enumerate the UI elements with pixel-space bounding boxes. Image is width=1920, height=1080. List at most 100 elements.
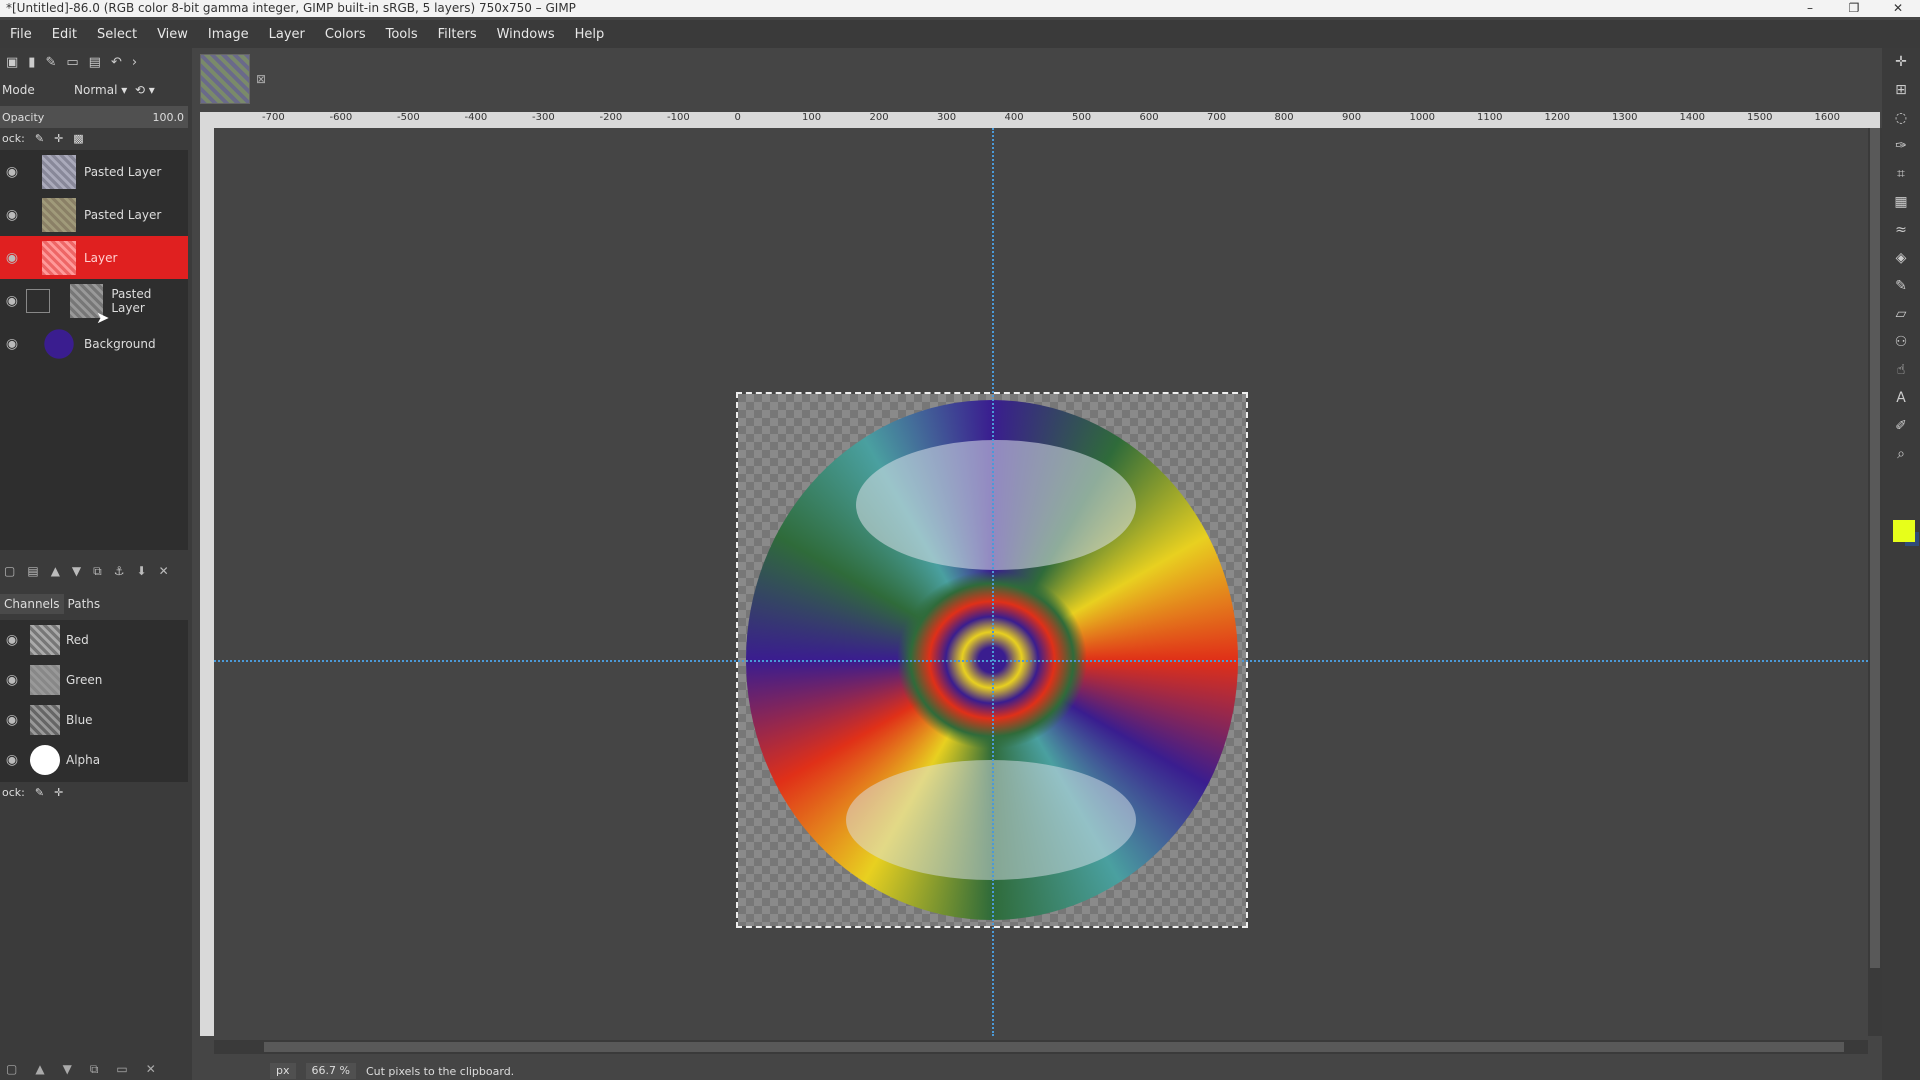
menu-help[interactable]: Help [565,27,615,42]
eraser-icon[interactable]: ▱ [1882,300,1920,328]
lock-pixels-icon[interactable]: ✎ [35,786,44,799]
color-picker-icon[interactable]: ✐ [1882,412,1920,440]
lock-position-icon[interactable]: ✛ [54,132,63,145]
free-select-icon[interactable]: ◌ [1882,104,1920,132]
horizontal-ruler[interactable]: -700 -600 -500 -400 -300 -200 -100 0 100 200 300 40… [200,112,1880,128]
channel-name[interactable]: Green [66,673,102,687]
eye-icon[interactable]: ◉ [2,336,22,352]
horizontal-guide[interactable] [214,660,1868,662]
layer-name[interactable]: Layer [84,251,117,265]
channel-name[interactable]: Red [66,633,89,647]
eye-icon[interactable]: ◉ [2,672,22,688]
layer-row[interactable]: ◉ Pasted Layer [0,150,188,193]
crop-tool-icon[interactable]: ⌗ [1882,160,1920,188]
image-tab-thumbnail[interactable] [200,54,250,104]
vertical-scrollbar[interactable] [1868,128,1882,1036]
move-tool-icon[interactable]: ✛ [1882,48,1920,76]
patterns-icon[interactable]: ▭ [66,55,78,70]
lower-channel-icon[interactable]: ▼ [63,1062,72,1080]
paint-icon[interactable]: ✎ [45,55,56,70]
delete-channel-icon[interactable]: ✕ [146,1062,156,1080]
channel-name[interactable]: Alpha [66,753,100,767]
new-layer-icon[interactable]: ▤ [27,564,38,578]
scroll-thumb[interactable] [264,1042,1844,1052]
eye-icon[interactable]: ◉ [2,250,22,266]
transform-tool-icon[interactable]: ▦ [1882,188,1920,216]
close-icon[interactable]: ⊠ [256,72,266,86]
menu-select[interactable]: Select [87,27,147,42]
layer-row[interactable]: ◉ Background [0,322,188,365]
more-tabs-icon[interactable]: › [132,55,137,70]
scroll-thumb[interactable] [1870,128,1880,968]
menu-colors[interactable]: Colors [315,27,376,42]
horizontal-scrollbar[interactable] [214,1040,1868,1054]
paths-tool-icon[interactable]: ✑ [1882,132,1920,160]
paintbrush-icon[interactable]: ✎ [1882,272,1920,300]
channel-row[interactable]: ◉ Alpha [0,740,188,780]
channel-row[interactable]: ◉ Green [0,660,188,700]
eye-icon[interactable]: ◉ [2,632,22,648]
clone-tool-icon[interactable]: ⚇ [1882,328,1920,356]
menu-edit[interactable]: Edit [42,27,87,42]
lock-pixels-icon[interactable]: ✎ [35,132,44,145]
smudge-tool-icon[interactable]: ☝ [1882,356,1920,384]
undo-history-icon[interactable]: ↶ [111,55,122,70]
anchor-layer-icon[interactable]: ⚓ [114,564,125,578]
tool-options-icon[interactable]: ▣ [6,55,18,70]
layer-row[interactable]: ◉ Pasted Layer [0,193,188,236]
channel-row[interactable]: ◉ Blue [0,700,188,740]
eye-icon[interactable]: ◉ [2,293,22,309]
warp-tool-icon[interactable]: ≈ [1882,216,1920,244]
raise-channel-icon[interactable]: ▲ [35,1062,44,1080]
channel-row[interactable]: ◉ Red [0,620,188,660]
eye-icon[interactable]: ◉ [2,207,22,223]
brushes-icon[interactable]: ▮ [28,55,35,70]
layer-name[interactable]: Pasted Layer [111,287,188,315]
maximize-button[interactable]: ❐ [1832,0,1876,17]
menu-image[interactable]: Image [198,27,259,42]
layers-tab-icon[interactable]: ▤ [89,55,101,70]
channel-to-selection-icon[interactable]: ▭ [116,1062,127,1080]
raise-layer-icon[interactable]: ▲ [51,564,60,578]
lower-layer-icon[interactable]: ▼ [72,564,81,578]
layer-row-active[interactable]: ◉ Layer [0,236,188,279]
alignment-tool-icon[interactable]: ⊞ [1882,76,1920,104]
chain-link-toggle[interactable] [25,288,50,313]
new-channel-icon[interactable]: ▢ [6,1062,17,1080]
menu-filters[interactable]: Filters [428,27,487,42]
duplicate-channel-icon[interactable]: ⧉ [90,1062,99,1080]
eye-icon[interactable]: ◉ [2,164,22,180]
lock-position-icon[interactable]: ✛ [54,786,63,799]
minimize-button[interactable]: – [1788,0,1832,17]
chevron-down-icon[interactable]: ▾ ⟲ ▾ [117,83,155,97]
vertical-ruler[interactable] [200,128,214,1036]
new-layer-group-icon[interactable]: ▢ [4,564,15,578]
eye-icon[interactable]: ◉ [2,712,22,728]
zoom-select[interactable]: 66.7 % [305,1063,356,1079]
text-tool-icon[interactable]: A [1882,384,1920,412]
unit-select[interactable]: px [270,1063,296,1079]
layer-row[interactable]: ◉ Pasted Layer [0,279,188,322]
mode-select[interactable]: Normal [74,83,117,97]
vertical-guide[interactable] [992,128,994,1036]
opacity-value[interactable]: 100.0 [153,111,185,124]
menu-layer[interactable]: Layer [259,27,315,42]
opacity-slider[interactable]: Opacity 100.0 [0,106,188,128]
layer-name[interactable]: Pasted Layer [84,208,161,222]
menu-view[interactable]: View [147,27,198,42]
delete-layer-icon[interactable]: ✕ [159,564,169,578]
merge-layer-icon[interactable]: ⬇ [137,564,147,578]
menu-file[interactable]: File [0,27,42,42]
layer-name[interactable]: Pasted Layer [84,165,161,179]
duplicate-layer-icon[interactable]: ⧉ [93,564,102,579]
zoom-tool-icon[interactable]: ⌕ [1882,440,1920,468]
eye-icon[interactable]: ◉ [2,752,22,768]
tab-paths[interactable]: Paths [64,594,105,614]
lock-alpha-icon[interactable]: ▩ [73,132,83,145]
menu-tools[interactable]: Tools [376,27,428,42]
foreground-color-swatch[interactable] [1893,520,1915,542]
layer-name[interactable]: Background [84,337,156,351]
menu-windows[interactable]: Windows [487,27,565,42]
channel-name[interactable]: Blue [66,713,93,727]
close-button[interactable]: ✕ [1876,0,1920,17]
